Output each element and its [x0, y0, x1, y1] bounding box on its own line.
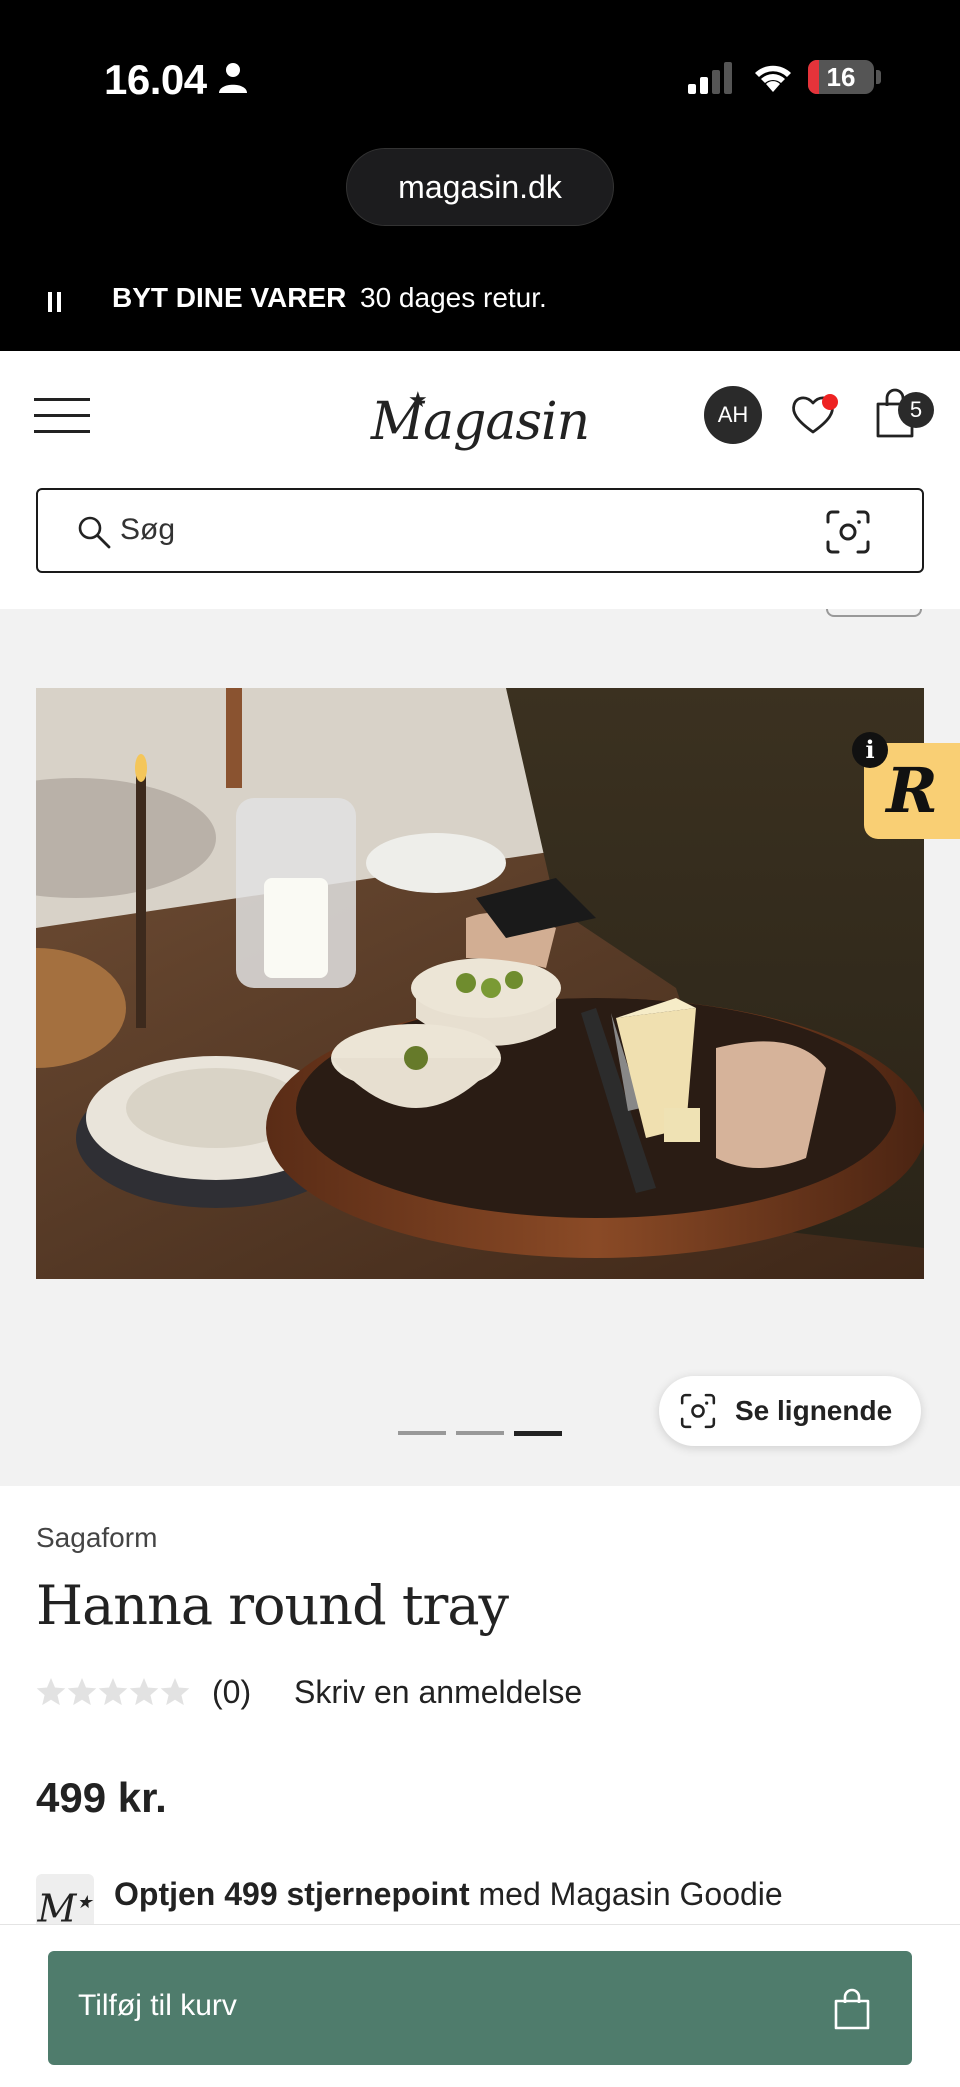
rating-star	[67, 1678, 97, 1706]
product-price: 499 kr.	[36, 1774, 167, 1821]
logo-star-icon: ★	[408, 388, 428, 413]
search-bar	[36, 488, 924, 573]
visual-search-icon	[680, 1393, 716, 1429]
write-review-link[interactable]: Skriv en anmeldelse	[294, 1674, 582, 1711]
gallery-dot[interactable]	[456, 1431, 504, 1435]
goodie-points-rest: med Magasin Goodie	[469, 1876, 783, 1912]
address-bar[interactable]: magasin.dk	[346, 148, 614, 226]
promo-banner: BYT DINE VARER 30 dages retur.	[0, 270, 960, 330]
see-similar-label: Se lignende	[735, 1395, 893, 1426]
gallery-dot[interactable]	[398, 1431, 446, 1435]
rating-star	[36, 1678, 66, 1706]
battery-tip	[876, 70, 881, 84]
shopping-bag-icon	[834, 1988, 870, 2030]
wishlist-notification-dot	[822, 394, 838, 410]
search-input[interactable]	[120, 508, 720, 552]
goodie-text: Optjen 499 stjernepoint med Magasin Good…	[114, 1876, 783, 1913]
goodie-points-bold: Optjen 499 stjernepoint	[114, 1876, 470, 1912]
pause-icon[interactable]	[48, 292, 62, 312]
cellular-signal-icon	[688, 62, 732, 94]
system-header: 16.04 16 magasin.dk BYT DINE VARER 30 da…	[0, 0, 960, 351]
cart-count-badge: 5	[898, 392, 934, 428]
review-count: (0)	[212, 1674, 252, 1710]
person-icon	[219, 63, 247, 93]
menu-icon[interactable]	[34, 396, 90, 436]
rating-star	[129, 1678, 159, 1706]
gallery-pagination	[398, 1431, 562, 1437]
rating-star	[160, 1678, 190, 1706]
account-avatar[interactable]: AH	[704, 386, 762, 444]
status-time: 16.04	[104, 56, 207, 103]
rating-star	[98, 1678, 128, 1706]
battery-indicator: 16	[808, 60, 874, 94]
promo-text: 30 dages retur.	[360, 282, 547, 313]
add-to-cart-button[interactable]: Tilføj til kurv	[48, 1951, 912, 2065]
add-to-cart-label: Tilføj til kurv	[78, 1989, 237, 2022]
product-image[interactable]	[36, 688, 924, 1279]
gallery-top-handle	[826, 609, 922, 617]
battery-level-text: 16	[826, 62, 856, 92]
promo-title: BYT DINE VARER	[112, 282, 347, 313]
wifi-icon	[755, 65, 791, 92]
sticky-cta-bar: Tilføj til kurv	[0, 1924, 960, 2087]
goodie-points: M★ Optjen 499 stjernepoint med Magasin G…	[36, 1870, 936, 1932]
gallery-dot[interactable]	[514, 1431, 562, 1436]
visual-search-icon[interactable]	[824, 508, 872, 556]
product-brand[interactable]: Sagaform	[36, 1522, 157, 1554]
rating-stars	[36, 1678, 190, 1706]
product-title: Hanna round tray	[36, 1574, 509, 1637]
info-icon[interactable]: i	[852, 732, 888, 768]
product-gallery[interactable]: R i Se lignende	[0, 609, 960, 1486]
see-similar-button[interactable]: Se lignende	[659, 1376, 921, 1446]
magasin-logo[interactable]: Magasin	[360, 382, 600, 462]
search-icon	[78, 516, 111, 549]
